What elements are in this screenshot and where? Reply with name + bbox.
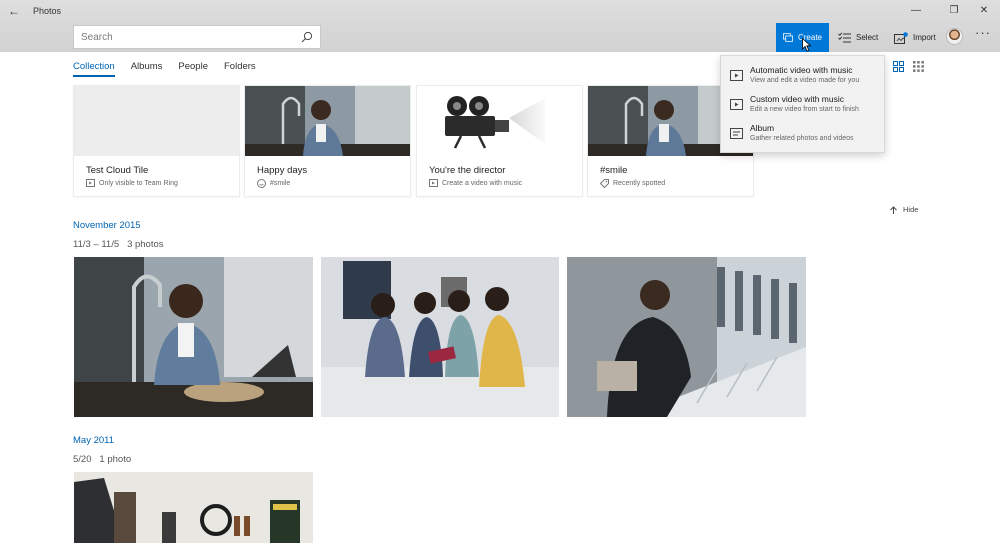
back-arrow-icon[interactable]: ← (6, 3, 22, 19)
tile-placeholder-image (74, 86, 239, 156)
tile-subtitle: Only visible to Team Ring (86, 179, 178, 187)
tile-youre-the-director[interactable]: You're the director Create a video with … (417, 86, 582, 196)
tile-video-projector-image (417, 86, 582, 156)
photo-group-of-friends[interactable] (321, 257, 559, 417)
video-icon (429, 179, 438, 187)
search-box (73, 25, 321, 49)
more-options-icon[interactable]: ··· (972, 26, 994, 44)
tag-icon (600, 179, 609, 188)
avatar[interactable] (946, 28, 963, 45)
auto-video-icon (730, 70, 743, 81)
app-title: Photos (33, 6, 62, 16)
collection-tabs: Collection Albums People Folders (73, 61, 256, 77)
tile-test-cloud[interactable]: Test Cloud Tile Only visible to Team Rin… (74, 86, 239, 196)
import-label: Import (913, 33, 936, 42)
photo-man-kitchen[interactable] (74, 257, 313, 417)
select-label: Select (856, 33, 879, 42)
dense-grid-view-icon[interactable] (913, 61, 924, 72)
arrow-up-icon (890, 205, 897, 214)
mouse-cursor-icon (802, 38, 812, 52)
search-icon[interactable] (301, 31, 313, 43)
section-date[interactable]: November 2015 (73, 220, 141, 231)
tab-people[interactable]: People (178, 61, 208, 77)
section-date[interactable]: May 2011 (73, 435, 114, 446)
select-icon (838, 32, 851, 43)
restore-icon[interactable]: ❐ (942, 2, 966, 20)
tile-photo-man-kitchen (245, 86, 410, 156)
tile-subtitle: Recently spotted (600, 179, 665, 188)
menu-item-album[interactable]: Album Gather related photos and videos (721, 120, 884, 150)
photo-travel-gear[interactable] (74, 472, 313, 543)
tile-title: #smile (600, 165, 628, 176)
title-bar: ← Photos — ❐ ✕ Create Select (0, 0, 1000, 52)
hide-button[interactable]: Hide (890, 205, 918, 214)
tile-title: Test Cloud Tile (86, 165, 149, 176)
import-icon (894, 31, 908, 44)
tab-collection[interactable]: Collection (73, 61, 115, 77)
photo-record-store[interactable] (567, 257, 806, 417)
smile-icon (257, 179, 266, 188)
create-menu: Automatic video with music View and edit… (720, 55, 885, 153)
section-info: 11/3 – 11/5 3 photos (73, 239, 164, 250)
import-button[interactable]: Import (886, 23, 944, 52)
menu-item-custom-video[interactable]: Custom video with music Edit a new video… (721, 91, 884, 121)
tile-subtitle: Create a video with music (429, 179, 522, 187)
tile-happy-days[interactable]: Happy days #smile (245, 86, 410, 196)
custom-video-icon (730, 99, 743, 110)
cloud-tile-icon (86, 179, 95, 187)
tile-title: You're the director (429, 165, 506, 176)
create-icon (783, 33, 793, 42)
menu-item-automatic-video[interactable]: Automatic video with music View and edit… (721, 62, 884, 92)
close-icon[interactable]: ✕ (972, 2, 996, 20)
tab-folders[interactable]: Folders (224, 61, 256, 77)
search-input[interactable] (74, 26, 294, 48)
grid-view-icon[interactable] (893, 61, 904, 72)
album-icon (730, 128, 743, 139)
section-info: 5/20 1 photo (73, 454, 132, 465)
tile-title: Happy days (257, 165, 308, 176)
select-button[interactable]: Select (830, 23, 886, 52)
minimize-icon[interactable]: — (904, 2, 928, 20)
tile-subtitle: #smile (257, 179, 290, 188)
tab-albums[interactable]: Albums (131, 61, 163, 77)
